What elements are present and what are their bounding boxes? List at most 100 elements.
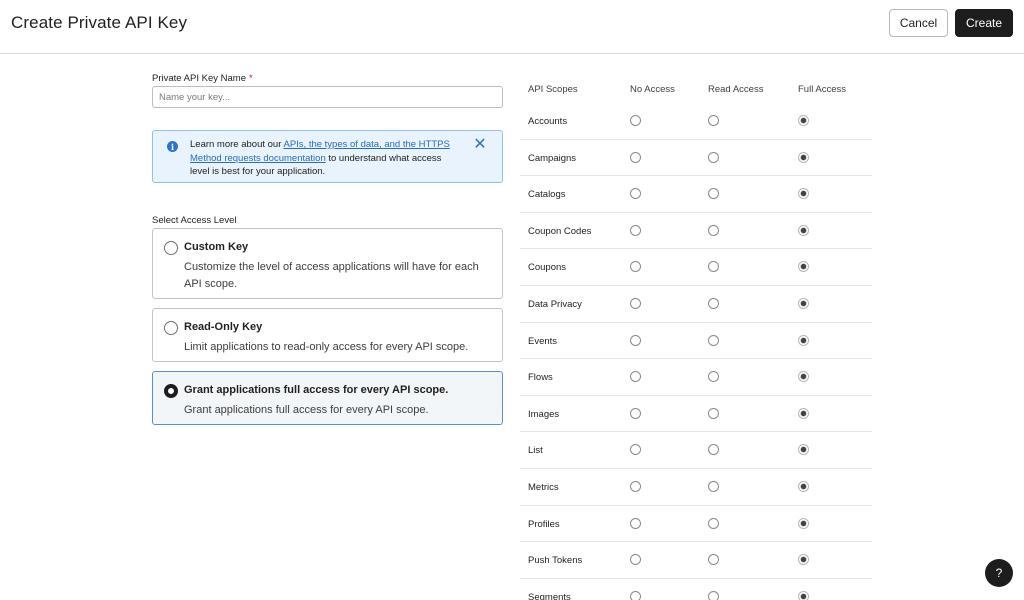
info-banner: i Learn more about our APIs, the types o… [152,130,503,183]
scope-read-access-radio[interactable] [708,590,719,600]
scope-full-access-radio[interactable] [798,590,809,600]
scope-none-access-radio[interactable] [630,261,641,273]
scope-none-access-radio[interactable] [630,371,641,383]
scope-row: Coupons [520,249,872,286]
create-button[interactable]: Create [955,9,1013,37]
scope-name: Campaigns [528,152,577,164]
scope-read-access-radio[interactable] [708,371,719,383]
scope-full-access-radio[interactable] [798,517,809,529]
scope-read-access-radio[interactable] [708,297,719,309]
scope-none-access-radio[interactable] [630,224,641,236]
close-icon[interactable]: ✕ [472,137,488,153]
scope-read-access-radio[interactable] [708,224,719,236]
scope-none-access-radio[interactable] [630,115,641,126]
api-scopes-table: API Scopes No Access Read Access Full Ac… [520,78,872,600]
scope-none-access-radio[interactable] [630,554,641,566]
option-description: Limit applications to read-only access f… [184,341,469,353]
scope-read-access-radio[interactable] [708,554,719,566]
scope-full-access-radio[interactable] [798,188,809,200]
scope-none-access-radio[interactable] [630,188,641,200]
key-name-label: Private API Key Name * [152,73,253,84]
scope-full-access-radio[interactable] [798,115,809,126]
option-title: Custom Key [184,241,249,253]
scope-read-access-radio[interactable] [708,444,719,456]
scope-row: Images [520,396,872,433]
scope-read-access-radio[interactable] [708,407,719,419]
key-name-input[interactable] [152,86,503,108]
scope-row: Coupon Codes [520,213,872,250]
scope-row: Data Privacy [520,286,872,323]
option-title: Read-Only Key [184,321,263,333]
scope-row: List [520,432,872,469]
scope-name: Events [528,335,558,347]
option-custom-key[interactable]: Custom Key Customize the level of access… [152,228,503,299]
scope-full-access-radio[interactable] [798,371,809,383]
info-text-before: Learn more about our [190,139,284,150]
header-api-scopes: API Scopes [528,84,578,95]
scope-read-access-radio[interactable] [708,151,719,163]
scope-full-access-radio[interactable] [798,297,809,309]
scope-row: Push Tokens [520,542,872,579]
scopes-body: Accounts Campaigns Catalogs Coupon Codes Cou… [520,103,872,600]
option-full-access-key[interactable]: Grant applications full access for every… [152,371,503,425]
scope-row: Accounts [520,103,872,140]
scope-name: Coupon Codes [528,225,592,237]
option-title: Grant applications full access for every… [184,384,449,396]
header-no-access: No Access [630,84,675,95]
scope-none-access-radio[interactable] [630,480,641,492]
scope-name: Flows [528,372,553,384]
read-only-key-radio[interactable] [164,321,178,335]
scopes-header-row: API Scopes No Access Read Access Full Ac… [520,78,872,103]
header-read-access: Read Access [708,84,764,95]
scope-none-access-radio[interactable] [630,590,641,600]
full-access-key-radio[interactable] [164,384,178,398]
scope-full-access-radio[interactable] [798,554,809,566]
scope-full-access-radio[interactable] [798,334,809,346]
scope-name: Data Privacy [528,298,582,310]
scope-name: Segments [528,591,571,600]
scope-row: Flows [520,359,872,396]
scope-name: Coupons [528,262,567,274]
scope-full-access-radio[interactable] [798,407,809,419]
scope-name: List [528,445,543,457]
scope-none-access-radio[interactable] [630,151,641,163]
scope-read-access-radio[interactable] [708,334,719,346]
scope-full-access-radio[interactable] [798,444,809,456]
scope-row: Catalogs [520,176,872,213]
scope-full-access-radio[interactable] [798,151,809,163]
page-header: Create Private API Key Cancel Create [0,0,1024,54]
cancel-button[interactable]: Cancel [889,9,948,37]
scope-row: Profiles [520,506,872,543]
scope-read-access-radio[interactable] [708,115,719,126]
scope-read-access-radio[interactable] [708,261,719,273]
option-read-only-key[interactable]: Read-Only Key Limit applications to read… [152,308,503,362]
key-name-label-text: Private API Key Name [152,73,246,84]
scope-row: Events [520,323,872,360]
custom-key-radio[interactable] [164,241,178,255]
header-full-access: Full Access [798,84,847,95]
scope-none-access-radio[interactable] [630,407,641,419]
scope-row: Metrics [520,469,872,506]
scope-none-access-radio[interactable] [630,517,641,529]
scope-full-access-radio[interactable] [798,224,809,236]
scope-read-access-radio[interactable] [708,480,719,492]
scope-row: Campaigns [520,140,872,177]
help-button[interactable]: ? [985,559,1013,587]
option-description: Customize the level of access applicatio… [184,261,479,290]
scope-name: Images [528,408,560,420]
info-text: Learn more about our APIs, the types of … [190,138,450,179]
scope-name: Push Tokens [528,555,583,567]
scope-none-access-radio[interactable] [630,444,641,456]
scope-none-access-radio[interactable] [630,334,641,346]
scope-full-access-radio[interactable] [798,261,809,273]
scope-none-access-radio[interactable] [630,297,641,309]
scope-full-access-radio[interactable] [798,480,809,492]
scope-name: Catalogs [528,189,566,201]
scope-read-access-radio[interactable] [708,517,719,529]
scope-row: Segments [520,579,872,600]
access-level-label: Select Access Level [152,215,237,226]
scope-read-access-radio[interactable] [708,188,719,200]
option-description: Grant applications full access for every… [184,404,429,416]
scope-name: Accounts [528,116,568,127]
scope-name: Metrics [528,481,559,493]
